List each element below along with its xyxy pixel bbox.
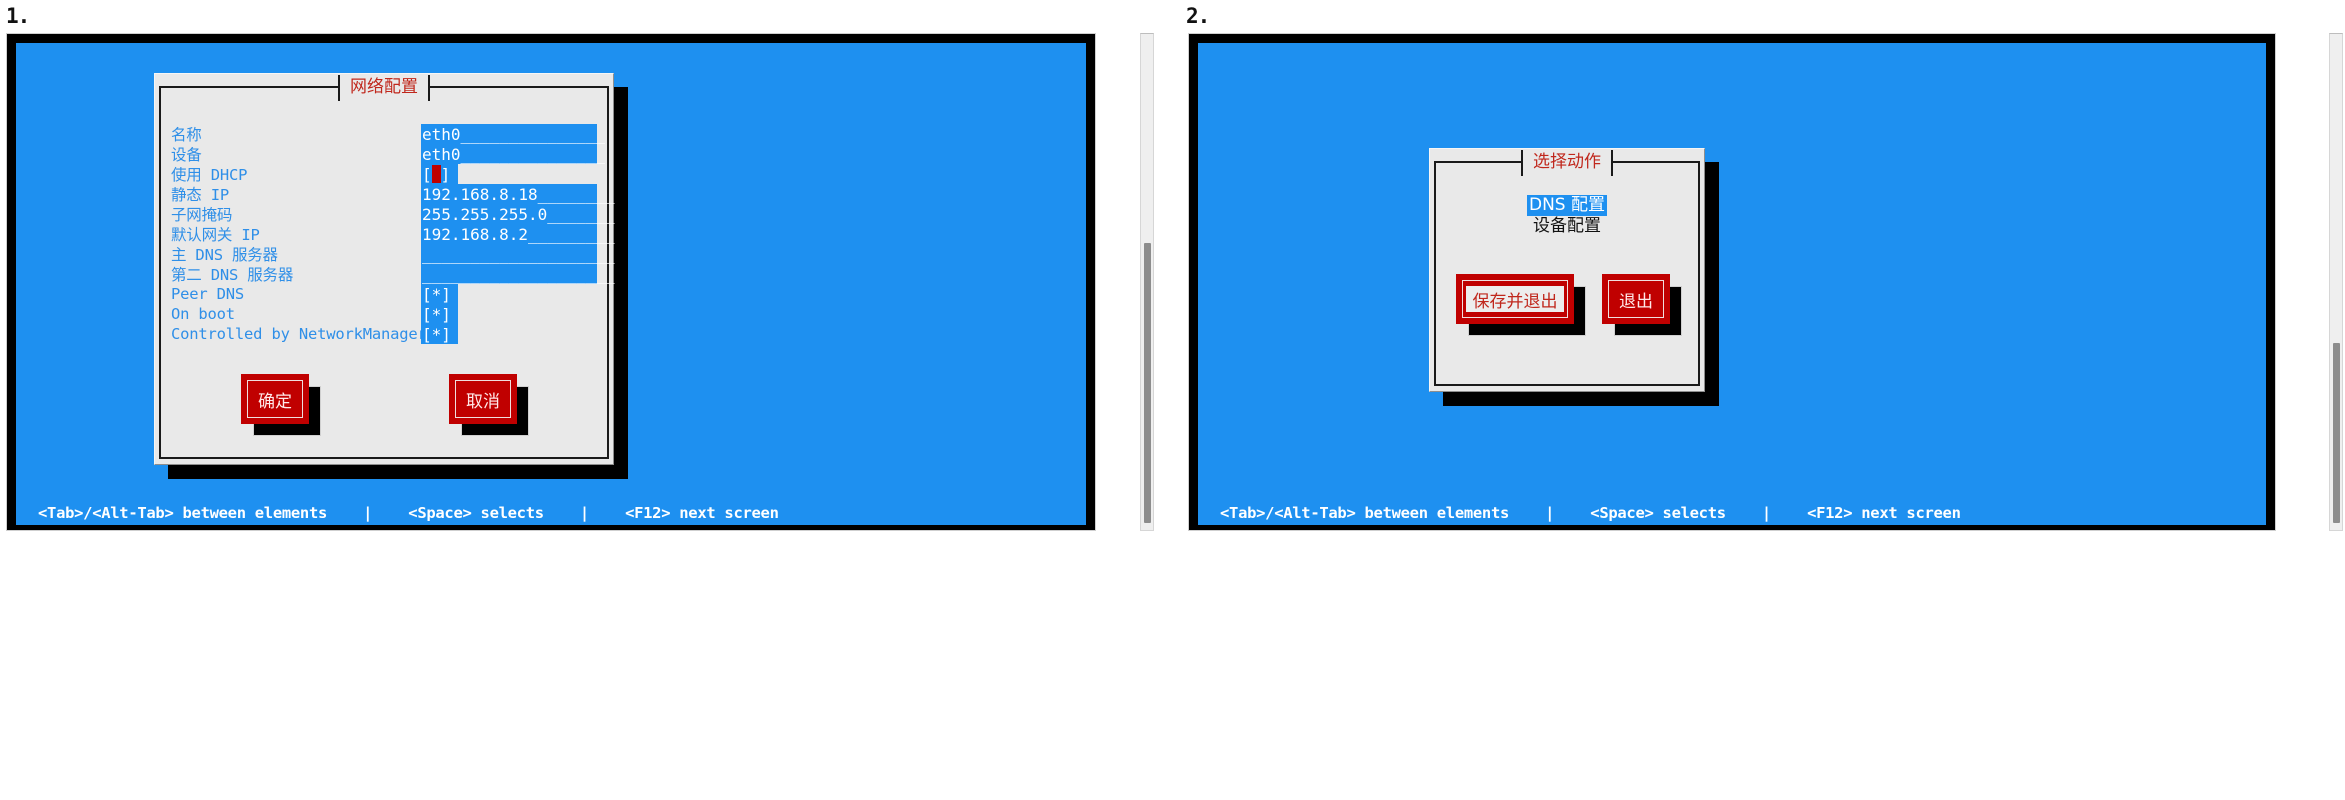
form-row-primary-dns: 主 DNS 服务器 ____________________ <box>171 244 615 264</box>
list-item-dns-config[interactable]: DNS 配置 <box>1526 195 1607 216</box>
input-secondary-dns[interactable]: ____________________ <box>421 264 615 284</box>
input-gateway-ip[interactable]: 192.168.8.2_________ <box>421 224 615 244</box>
panel-1-dialog: 网络配置 名称 eth0_______________ 设备 eth0_____… <box>154 73 615 465</box>
panel-1-form: 名称 eth0_______________ 设备 eth0__________… <box>171 124 615 344</box>
panel-1-terminal-frame: 网络配置 名称 eth0_______________ 设备 eth0_____… <box>6 33 1096 531</box>
panel-1-cancel-button-wrap: 取消 <box>449 374 529 436</box>
form-row-networkmanager: Controlled by NetworkManager [*] <box>171 324 599 344</box>
action-listbox[interactable]: DNS 配置 设备配置 <box>1430 195 1704 237</box>
label-primary-dns: 主 DNS 服务器 <box>171 246 278 264</box>
label-device: 设备 <box>171 146 202 164</box>
panel-1-scrollbar-thumb[interactable] <box>1144 243 1151 523</box>
checkbox-bracket-close: ] <box>440 164 451 184</box>
label-peer-dns: Peer DNS <box>171 285 245 303</box>
form-row-name: 名称 eth0_______________ <box>171 124 605 144</box>
cancel-button-inner-border: 取消 <box>455 380 511 418</box>
save-quit-button-focus-fill: 保存并退出 <box>1466 286 1564 312</box>
text-cursor <box>431 165 441 183</box>
panel-2-number: 2. <box>1186 4 1210 28</box>
label-secondary-dns: 第二 DNS 服务器 <box>171 266 294 284</box>
label-use-dhcp: 使用 DHCP <box>171 166 248 184</box>
form-row-use-dhcp: 使用 DHCP [] <box>171 164 599 184</box>
save-and-quit-button[interactable]: 保存并退出 <box>1456 274 1574 324</box>
input-primary-dns[interactable]: ____________________ <box>421 244 615 264</box>
ok-button-label: 确定 <box>258 391 292 412</box>
form-row-static-ip: 静态 IP 192.168.8.18________ <box>171 184 615 204</box>
label-name: 名称 <box>171 126 202 144</box>
input-device[interactable]: eth0_______________ <box>421 144 605 164</box>
cancel-button-label: 取消 <box>466 391 500 412</box>
panel-2-dialog: 选择动作 DNS 配置 设备配置 保存并退出 退出 <box>1429 148 1705 392</box>
quit-button-inner-border: 退出 <box>1608 280 1664 318</box>
label-netmask: 子网掩码 <box>171 206 233 224</box>
checkbox-use-dhcp[interactable]: [] <box>421 164 458 184</box>
panel-1-terminal-screen: 网络配置 名称 eth0_______________ 设备 eth0_____… <box>16 43 1086 508</box>
checkbox-on-boot[interactable]: [*] <box>421 304 458 324</box>
form-row-device: 设备 eth0_______________ <box>171 144 605 164</box>
panel-1-vertical-scrollbar[interactable] <box>1140 33 1154 531</box>
input-static-ip[interactable]: 192.168.8.18________ <box>421 184 615 204</box>
input-netmask[interactable]: 255.255.255.0_______ <box>421 204 615 224</box>
panel-1: 1. 网络配置 名称 eth0_______________ 设备 eth0__… <box>0 0 1172 800</box>
label-static-ip: 静态 IP <box>171 186 229 204</box>
panel-2-terminal-frame: 选择动作 DNS 配置 设备配置 保存并退出 退出 <Tab>/<Alt-Tab… <box>1188 33 2276 531</box>
ok-button-inner-border: 确定 <box>247 380 303 418</box>
form-row-netmask: 子网掩码 255.255.255.0_______ <box>171 204 615 224</box>
panel-2-save-quit-button-wrap: 保存并退出 <box>1456 274 1586 336</box>
label-on-boot: On boot <box>171 305 235 323</box>
panel-2: 2. 选择动作 DNS 配置 设备配置 保存并退出 退出 <Tab>/<Alt-… <box>1180 0 2345 800</box>
form-row-secondary-dns: 第二 DNS 服务器 ____________________ <box>171 264 615 284</box>
ok-button[interactable]: 确定 <box>241 374 309 424</box>
panel-1-ok-button-wrap: 确定 <box>241 374 321 436</box>
quit-button[interactable]: 退出 <box>1602 274 1670 324</box>
list-item-device-config[interactable]: 设备配置 <box>1531 216 1603 237</box>
checkbox-peer-dns[interactable]: [*] <box>421 284 458 304</box>
screenshot-root: 1. 网络配置 名称 eth0_______________ 设备 eth0__… <box>0 0 2345 800</box>
panel-2-vertical-scrollbar[interactable] <box>2329 33 2343 531</box>
panel-2-terminal-screen: 选择动作 DNS 配置 设备配置 保存并退出 退出 <box>1198 43 2266 508</box>
cancel-button[interactable]: 取消 <box>449 374 517 424</box>
panel-1-number: 1. <box>6 4 30 28</box>
form-row-on-boot: On boot [*] <box>171 304 599 324</box>
label-networkmanager: Controlled by NetworkManager <box>171 325 427 343</box>
save-and-quit-button-label: 保存并退出 <box>1472 291 1558 312</box>
panel-2-scrollbar-thumb[interactable] <box>2333 343 2340 523</box>
checkbox-bracket-open: [ <box>422 164 432 184</box>
panel-2-status-bar: <Tab>/<Alt-Tab> between elements | <Spac… <box>1198 501 2266 525</box>
panel-1-status-bar: <Tab>/<Alt-Tab> between elements | <Spac… <box>16 501 1086 525</box>
form-row-gateway-ip: 默认网关 IP 192.168.8.2_________ <box>171 224 615 244</box>
panel-2-quit-button-wrap: 退出 <box>1602 274 1682 336</box>
label-gateway-ip: 默认网关 IP <box>171 226 260 244</box>
checkbox-networkmanager[interactable]: [*] <box>421 324 458 344</box>
quit-button-label: 退出 <box>1619 291 1653 312</box>
input-name[interactable]: eth0_______________ <box>421 124 605 144</box>
form-row-peer-dns: Peer DNS [*] <box>171 284 599 304</box>
